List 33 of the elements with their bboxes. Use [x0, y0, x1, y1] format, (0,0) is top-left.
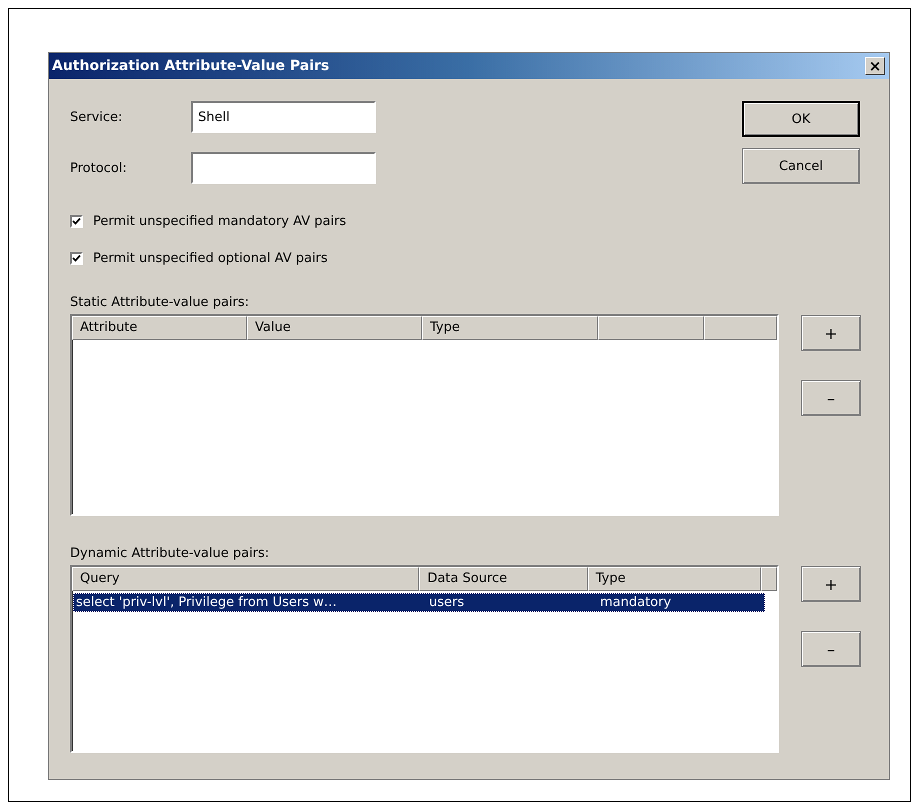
table-cell-text: select 'priv-lvl', Privilege from Users w…	[75, 594, 338, 612]
column-header[interactable]: Query	[72, 567, 420, 591]
checkbox-label: Permit unspecified optional AV pairs	[93, 251, 328, 266]
checkbox[interactable]	[70, 252, 83, 265]
column-header[interactable]: Type	[422, 316, 598, 340]
ok-button[interactable]: OK	[742, 101, 860, 137]
column-header[interactable]: Attribute	[72, 316, 247, 340]
list-view[interactable]: Attribute Value Type	[70, 314, 779, 516]
column-header[interactable]	[598, 316, 704, 340]
column-header[interactable]	[761, 567, 777, 591]
field-label: Service:	[70, 110, 124, 124]
column-header[interactable]	[704, 316, 777, 340]
section-label: Dynamic Attribute-value pairs:	[70, 546, 270, 561]
close-button[interactable]: ×	[865, 57, 885, 75]
column-header[interactable]: Data Source	[419, 567, 588, 591]
field-label: Protocol:	[70, 160, 128, 176]
cancel-button[interactable]: Cancel	[742, 148, 860, 184]
column-header[interactable]: Type	[588, 567, 761, 591]
input-field[interactable]	[191, 152, 376, 184]
checkbox[interactable]	[70, 215, 83, 228]
input-field[interactable]: Shell	[191, 101, 376, 133]
column-header[interactable]: Value	[247, 316, 422, 340]
section-label: Static Attribute-value pairs:	[70, 295, 250, 310]
list-row[interactable]: select 'priv-lvl', Privilege from Users w… users mandatory	[73, 593, 765, 612]
remove-button[interactable]: –	[801, 380, 861, 416]
list-view[interactable]: Query Data Source Type select 'priv-lvl', Privilege from Users w… users mandatory	[70, 565, 779, 753]
checkbox-label: Permit unspecified mandatory AV pairs	[93, 214, 346, 229]
add-button[interactable]: +	[801, 315, 861, 351]
remove-button[interactable]: –	[801, 631, 861, 667]
add-button[interactable]: +	[801, 566, 861, 602]
table-cell-text: users	[428, 594, 466, 612]
table-cell-text: mandatory	[599, 594, 672, 612]
window-title: Authorization Attribute-Value Pairs	[52, 58, 330, 74]
